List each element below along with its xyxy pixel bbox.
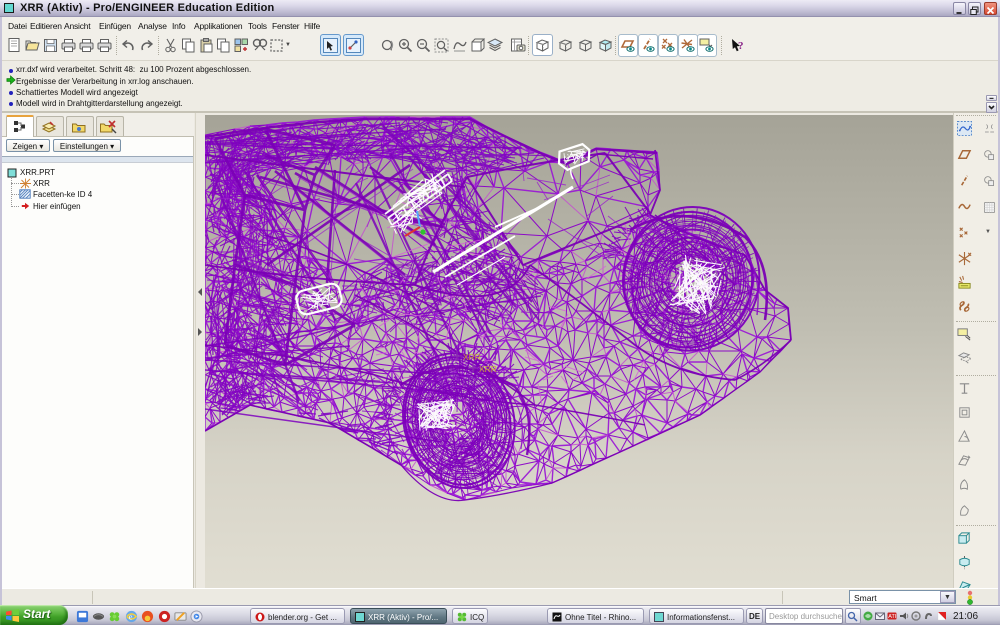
svg-text:?: ? [738, 40, 744, 52]
svg-text:e: e [129, 612, 133, 621]
svg-text:ATI: ATI [888, 614, 897, 620]
svg-text:XRR: XRR [463, 352, 481, 362]
svg-text:XRR: XRR [479, 364, 497, 374]
